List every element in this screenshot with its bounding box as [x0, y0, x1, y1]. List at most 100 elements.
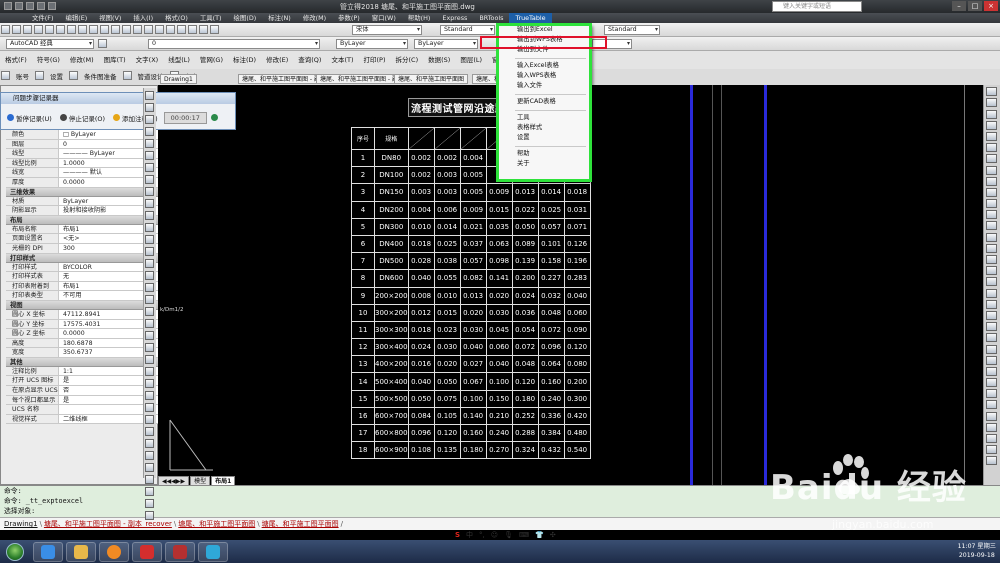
property-row[interactable]: 每个视口都显示 ...是 [6, 395, 158, 406]
doc-tab[interactable]: 塘尾、和平施工图平面图 [394, 74, 469, 84]
draw-tool-icon[interactable] [145, 343, 154, 352]
taskbar-recorder[interactable] [198, 541, 228, 562]
plugin-menu-item[interactable]: 文本(T) [326, 56, 358, 64]
help-icon[interactable] [210, 25, 219, 34]
plugin-menu-item[interactable]: 文字(X) [131, 56, 164, 64]
draw-tool-icon[interactable] [145, 199, 154, 208]
modify-tool-icon[interactable] [986, 277, 997, 287]
menu-express[interactable]: Express [436, 13, 473, 23]
ime-icon[interactable]: ☺ [491, 531, 498, 539]
modify-tool-icon[interactable] [986, 120, 997, 130]
property-row[interactable]: 线型 ———— ByLayer [6, 149, 158, 159]
draw-tool-icon[interactable] [145, 175, 154, 184]
menu-e[interactable]: 编辑(E) [59, 13, 93, 23]
draw-tool-icon[interactable] [145, 91, 154, 100]
menu-item-10[interactable]: 工具 [499, 113, 590, 123]
modify-tool-icon[interactable] [986, 131, 997, 141]
modify-tool-icon[interactable] [986, 243, 997, 253]
taskbar-autocad[interactable] [132, 541, 162, 562]
maximize-icon[interactable]: □ [968, 1, 982, 11]
modify-tool-icon[interactable] [986, 199, 997, 209]
draw-tool-icon[interactable] [145, 319, 154, 328]
plugin-tool-item[interactable]: 条件图准备 [79, 73, 122, 81]
modify-tool-icon[interactable] [986, 255, 997, 264]
modify-tool-icon[interactable] [986, 389, 997, 399]
draw-tool-icon[interactable] [145, 379, 154, 388]
draw-tool-icon[interactable] [145, 391, 154, 400]
property-row[interactable]: 高度 180.6878 [6, 338, 158, 349]
undo-icon[interactable] [100, 25, 109, 34]
modify-tool-icon[interactable] [986, 434, 997, 443]
workspace-select[interactable]: AutoCAD 经典 [6, 39, 94, 49]
menu-h[interactable]: 帮助(H) [402, 13, 437, 23]
ime-icon[interactable]: 中 [466, 530, 473, 540]
search-input[interactable]: 键入关键字或短语 [772, 1, 862, 12]
menu-item-1[interactable]: 输出到WPS表格 [499, 35, 590, 45]
start-button[interactable] [0, 540, 30, 563]
menu-brtools[interactable]: BRTools [473, 13, 509, 23]
modify-tool-icon[interactable] [986, 411, 997, 421]
draw-tool-icon[interactable] [145, 487, 154, 496]
draw-tool-icon[interactable] [145, 283, 154, 292]
property-row[interactable]: 材质 ByLayer [6, 196, 158, 207]
draw-tool-icon[interactable] [145, 211, 154, 220]
menu-d[interactable]: 绘图(D) [228, 13, 263, 23]
zoom-window-icon[interactable] [144, 25, 153, 34]
property-row[interactable]: 页面设置名 <无> [6, 234, 158, 244]
property-row[interactable]: 打印表附着到 布局1 [6, 281, 158, 292]
property-row[interactable]: 在原点显示 UCS...否 [6, 386, 158, 396]
modify-tool-icon[interactable] [986, 98, 997, 108]
draw-tool-icon[interactable] [145, 115, 154, 124]
plugin-tool-item[interactable]: 账号 [11, 73, 34, 81]
property-row[interactable]: 圆心 Y 坐标 17575.4031 [6, 319, 158, 330]
pan-icon[interactable] [122, 25, 131, 34]
draw-tool-icon[interactable] [145, 295, 154, 304]
draw-tool-icon[interactable] [145, 463, 154, 472]
taskbar-media[interactable] [99, 541, 129, 562]
copy-icon[interactable] [67, 25, 76, 34]
close-icon[interactable]: × [984, 1, 998, 11]
zoom-prev-icon[interactable] [155, 25, 164, 34]
text-style-select[interactable]: 宋体 [352, 25, 422, 35]
redo-icon[interactable] [111, 25, 120, 34]
plugin-tool-item[interactable]: 设置 [45, 73, 68, 81]
modify-tool-icon[interactable] [986, 422, 997, 432]
new-file-icon[interactable] [1, 25, 10, 34]
modify-tool-icon[interactable] [986, 299, 997, 309]
cut-icon[interactable] [56, 25, 65, 34]
menu-item-2[interactable]: 输出到文件 [499, 45, 590, 55]
menu-t[interactable]: 工具(T) [194, 13, 228, 23]
property-row[interactable]: 圆心 Z 坐标 0.0000 [6, 329, 158, 339]
modify-tool-icon[interactable] [986, 266, 997, 276]
menu-i[interactable]: 插入(I) [127, 13, 159, 23]
modify-tool-icon[interactable] [986, 288, 997, 298]
modify-tool-icon[interactable] [986, 310, 997, 320]
draw-tool-icon[interactable] [145, 499, 154, 508]
file-tab[interactable]: 塘尾、和平施工图平面图 [176, 519, 257, 529]
modify-tool-icon[interactable] [986, 344, 997, 354]
property-row[interactable]: 宽度 350.6737 [6, 348, 158, 358]
plugin-menu-item[interactable]: 管网(G) [195, 56, 228, 64]
menu-v[interactable]: 视图(V) [93, 13, 127, 23]
property-section[interactable]: 布局 [6, 215, 158, 225]
open-file-icon[interactable] [12, 25, 21, 34]
file-tab[interactable]: 塘尾、和平施工图平面图 - 副本_recover [42, 519, 174, 529]
tool-palette-icon[interactable] [188, 25, 197, 34]
taskbar-ie[interactable] [33, 541, 63, 562]
modify-tool-icon[interactable] [986, 165, 997, 175]
design-center-icon[interactable] [177, 25, 186, 34]
draw-tool-icon[interactable] [145, 139, 154, 148]
menu-f[interactable]: 文件(F) [26, 13, 59, 23]
property-row[interactable]: 注释比例 1:1 [6, 366, 158, 377]
modify-tool-icon[interactable] [986, 87, 997, 97]
plugin-menu-item[interactable]: 线型(L) [163, 56, 195, 64]
property-row[interactable]: 打开 UCS 图标是 [6, 376, 158, 387]
property-row[interactable]: 线型比例 1.0000 [6, 158, 158, 169]
help-icon[interactable] [210, 114, 218, 121]
layer-select[interactable]: 0 [148, 39, 320, 49]
quick-access-toolbar[interactable] [4, 2, 56, 10]
plugin-menu-item[interactable]: 拆分(C) [391, 56, 424, 64]
property-section[interactable]: 打印样式 [6, 253, 158, 263]
draw-tool-icon[interactable] [145, 427, 154, 436]
property-row[interactable]: 线宽 ———— 默认 [6, 168, 158, 178]
